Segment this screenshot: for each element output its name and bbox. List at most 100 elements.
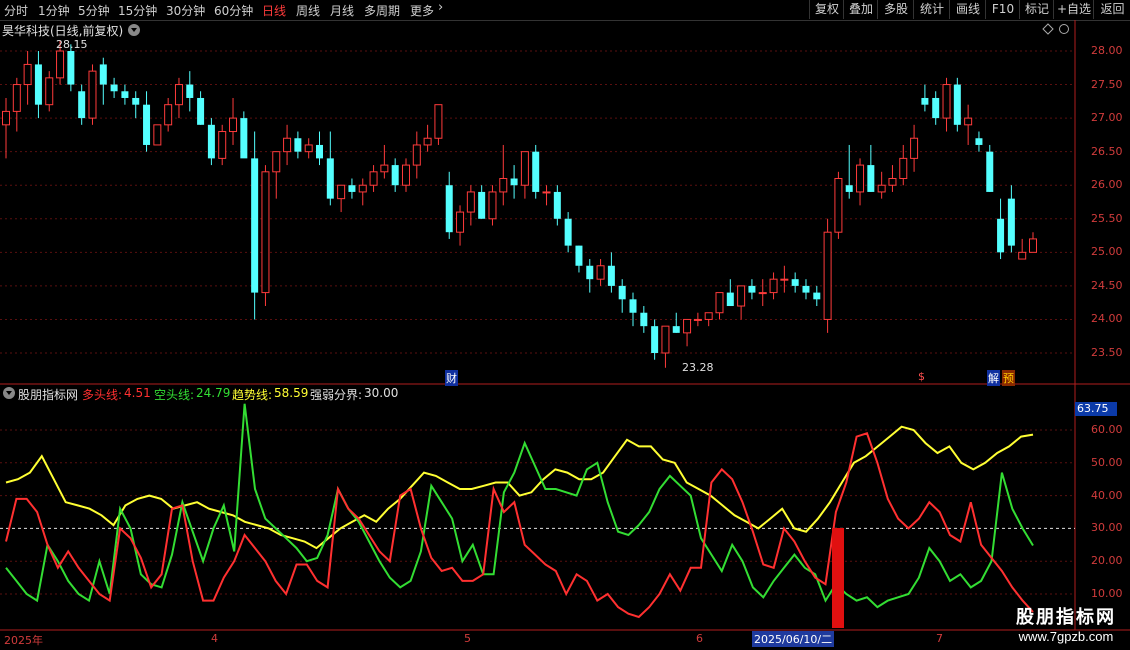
candle-body-up: [769, 278, 778, 294]
candle-body-up: [596, 265, 605, 280]
empty-line-label: 空头线:: [154, 388, 195, 402]
candle-body-up: [780, 278, 789, 281]
dropdown-circle-icon[interactable]: [128, 24, 140, 36]
candle-body-up: [834, 178, 843, 233]
candle-body-up: [45, 77, 54, 106]
candle-body-up: [456, 211, 465, 233]
candle-body-down: [986, 151, 994, 192]
high-price-marker: 28.15: [56, 38, 88, 51]
candle-body-down: [67, 51, 75, 85]
candle-body-down: [251, 158, 259, 293]
candle-body-down: [186, 84, 194, 98]
candle-body-up: [737, 285, 746, 307]
indicator-name: 股朋指标网: [18, 388, 79, 402]
financial-report-marker[interactable]: 财: [445, 370, 458, 386]
candle-body-down: [240, 118, 248, 159]
candle-body-down: [607, 265, 615, 286]
candle-body-up: [23, 63, 32, 86]
ind-y-tick: 40.00: [1091, 488, 1123, 502]
candle-body-up: [358, 184, 367, 193]
boundary-label: 强弱分界:: [310, 388, 363, 402]
boundary-value: 30.00: [364, 386, 399, 400]
candle-body-up: [380, 164, 389, 173]
watermark-title: 股朋指标网: [1016, 607, 1116, 628]
candle-body-up: [542, 191, 551, 194]
signal-bar: [832, 528, 844, 628]
candle-body-down: [478, 191, 486, 219]
chart-canvas[interactable]: [0, 0, 1130, 650]
candle-body-up: [337, 184, 346, 200]
indicator-series: [5, 403, 1034, 619]
candle-body-up: [229, 117, 238, 133]
candle-body-down: [110, 84, 118, 92]
candle-body-up: [823, 231, 832, 320]
candle-body-up: [56, 50, 65, 79]
forecast-marker[interactable]: 预: [1002, 370, 1015, 386]
candle-body-up: [164, 104, 173, 126]
trend-line: [5, 425, 1034, 550]
empty-line-value: 24.79: [196, 386, 231, 400]
candle-body-down: [553, 191, 561, 219]
candle-body-down: [802, 285, 810, 293]
candle-body-up: [412, 144, 421, 166]
candle-body-down: [651, 326, 659, 353]
candle-body-up: [942, 84, 951, 119]
candle-body-down: [294, 138, 302, 152]
trend-line-label: 趋势线:: [232, 388, 273, 402]
y-tick: 27.50: [1091, 77, 1123, 91]
candle-body-down: [532, 151, 540, 192]
ind-y-tick: 20.00: [1091, 554, 1123, 568]
y-tick: 26.00: [1091, 178, 1123, 192]
candle-body-down: [791, 279, 799, 286]
candle-body-down: [316, 144, 324, 159]
candle-body-down: [132, 97, 140, 105]
candle-body-down: [510, 178, 518, 186]
ind-y-tick: 50.00: [1091, 455, 1123, 469]
candle-body-up: [1018, 251, 1027, 260]
candle-body-down: [618, 285, 626, 300]
date-label-jun: 6: [696, 632, 703, 645]
candle-body-up: [423, 137, 432, 146]
candlestick-series: [2, 40, 1037, 368]
candle-body-down: [748, 285, 756, 293]
candle-body-down: [975, 138, 983, 145]
indicator-dropdown-icon[interactable]: [3, 387, 15, 399]
candle-body-up: [520, 151, 529, 186]
candle-body-up: [715, 292, 724, 314]
date-label-apr: 4: [211, 632, 218, 645]
candle-body-down: [143, 104, 151, 145]
diamond-icon[interactable]: [1042, 23, 1054, 35]
ind-y-tick: 10.00: [1091, 587, 1123, 600]
candle-body-up: [174, 84, 183, 106]
unlock-marker[interactable]: 解: [987, 370, 1000, 386]
candle-body-up: [261, 171, 270, 294]
stock-title: 昊华科技(日线,前复权): [2, 24, 124, 38]
dividend-marker[interactable]: $: [918, 370, 925, 383]
candle-body-up: [910, 137, 919, 159]
candle-body-up: [888, 178, 897, 186]
y-tick: 28.00: [1091, 44, 1123, 57]
multi-line-value: 4.51: [124, 386, 151, 400]
candle-body-up: [683, 318, 692, 334]
candle-body-down: [121, 91, 129, 98]
candle-body-down: [586, 265, 594, 280]
candle-body-up: [2, 110, 10, 126]
y-tick: 26.50: [1091, 144, 1123, 158]
multi-line-label: 多头线:: [82, 388, 123, 402]
candle-body-up: [369, 171, 378, 186]
candle-body-up: [499, 178, 508, 193]
candle-body-down: [932, 97, 940, 119]
candle-body-up: [758, 292, 767, 295]
candle-body-up: [401, 164, 410, 186]
date-label-year: 2025年: [4, 634, 43, 647]
candle-body-down: [867, 165, 875, 192]
candle-body-down: [629, 299, 637, 313]
y-tick: 24.00: [1091, 312, 1123, 326]
candle-body-down: [564, 218, 572, 246]
candle-body-down: [813, 292, 821, 300]
candle-body-up: [661, 325, 670, 354]
candle-body-up: [218, 131, 227, 159]
candle-body-down: [921, 97, 929, 105]
circle-icon[interactable]: [1059, 24, 1069, 34]
candle-body-up: [88, 70, 97, 119]
